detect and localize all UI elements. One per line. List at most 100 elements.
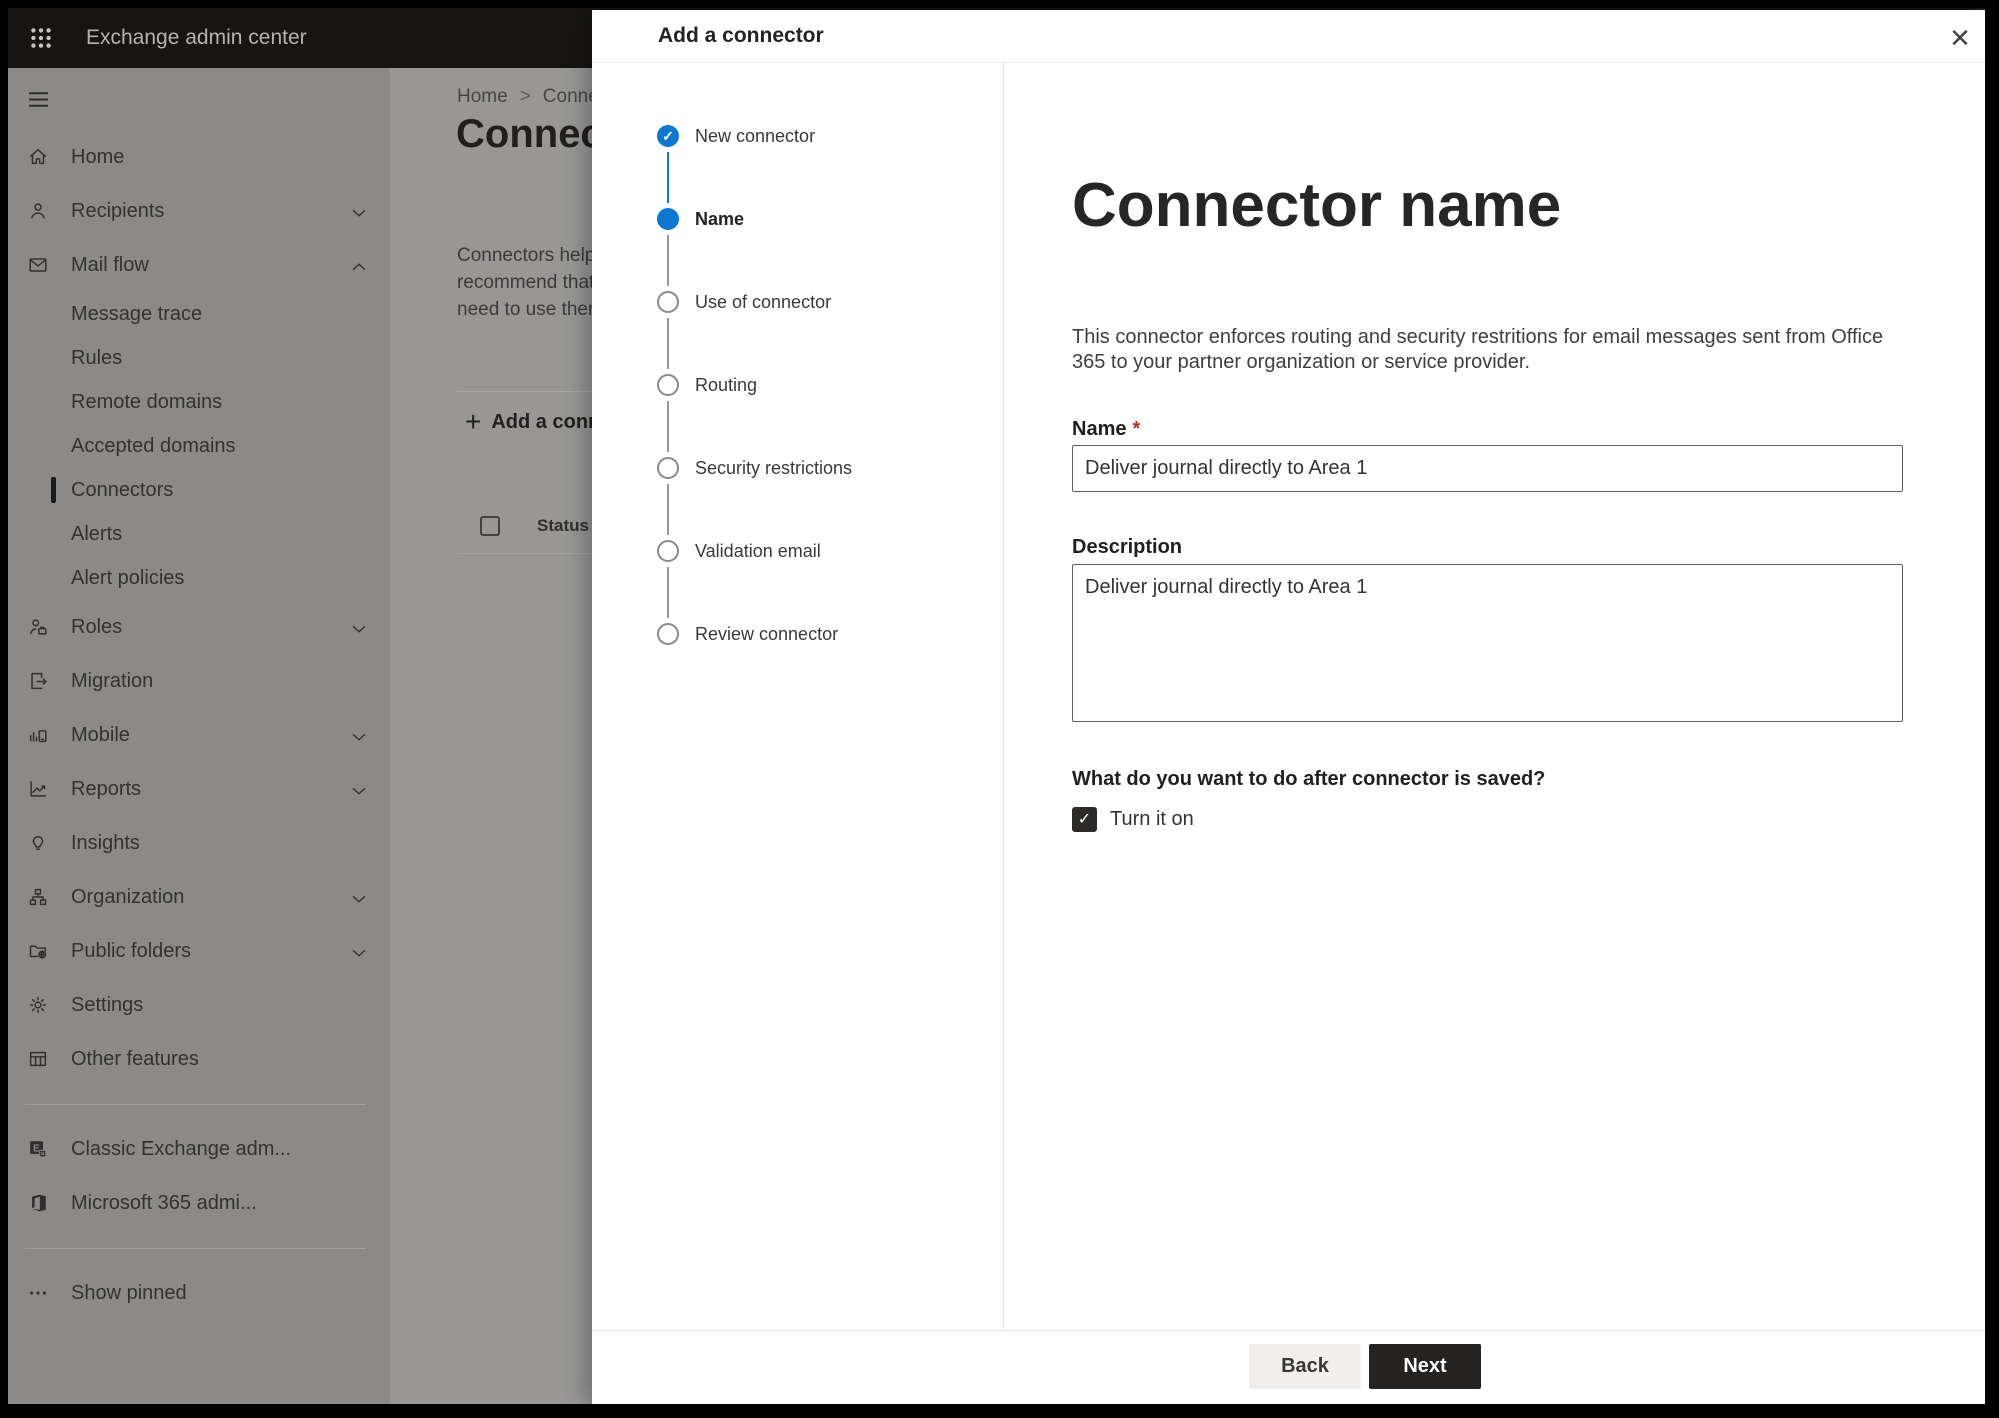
select-all-checkbox[interactable]	[480, 516, 500, 536]
sidebar-nav: Home Recipients Mail flow Message trace	[8, 130, 390, 1320]
page-intro-line: need to use ther	[457, 299, 595, 320]
step-description: This connector enforces routing and secu…	[1072, 326, 1884, 373]
sidebar-item-alert-policies[interactable]: Alert policies	[8, 556, 390, 600]
sidebar-item-rules[interactable]: Rules	[8, 336, 390, 380]
app-title: Exchange admin center	[86, 26, 307, 49]
chevron-up-icon	[348, 256, 366, 274]
mobile-icon	[27, 724, 49, 746]
sidebar-item-other-features[interactable]: Other features	[8, 1032, 390, 1086]
home-icon	[27, 146, 49, 168]
wizard-step-use-of-connector: ✓ Use of connector	[657, 291, 831, 313]
required-asterisk: *	[1132, 418, 1141, 440]
app-launcher-icon[interactable]	[28, 25, 54, 51]
sidebar-item-show-pinned[interactable]: Show pinned	[8, 1266, 390, 1320]
breadcrumb-separator-icon: >	[519, 86, 531, 107]
page-intro-line: recommend that	[457, 272, 595, 293]
public-folders-icon	[27, 940, 49, 962]
step-circle-icon: ✓	[657, 374, 679, 396]
person-icon	[27, 200, 49, 222]
step-circle-icon: ✓	[657, 208, 679, 230]
wizard-step-name: ✓ Name	[657, 208, 744, 230]
reports-icon	[27, 778, 49, 800]
sidebar-item-settings[interactable]: Settings	[8, 978, 390, 1032]
panel-title: Add a connector	[658, 24, 824, 47]
chevron-down-icon	[348, 726, 366, 744]
panel-footer: Back Next	[592, 1330, 1985, 1404]
connector-name-input[interactable]	[1072, 445, 1903, 492]
name-field-label: Name *	[1072, 418, 1141, 440]
wizard-step-review-connector: ✓ Review connector	[657, 623, 838, 645]
step-circle-icon: ✓	[657, 291, 679, 313]
sidebar-item-classic-exchange-adm[interactable]: E Classic Exchange adm...	[8, 1122, 390, 1176]
sidebar-item-insights[interactable]: Insights	[8, 816, 390, 870]
organization-icon	[27, 886, 49, 908]
sidebar-item-recipients[interactable]: Recipients	[8, 184, 390, 238]
sidebar-item-microsoft-365-admi[interactable]: Microsoft 365 admi...	[8, 1176, 390, 1230]
sidebar: Home Recipients Mail flow Message trace	[8, 68, 390, 1404]
chevron-down-icon	[348, 780, 366, 798]
wizard-step-validation-email: ✓ Validation email	[657, 540, 821, 562]
sidebar-item-remote-domains[interactable]: Remote domains	[8, 380, 390, 424]
step-heading: Connector name	[1072, 171, 1562, 240]
chevron-down-icon	[348, 202, 366, 220]
add-connector-button[interactable]: + Add a conn	[465, 408, 600, 436]
wizard-step-routing: ✓ Routing	[657, 374, 757, 396]
wizard-steps: ✓ New connector ✓ Name ✓ Use of connecto…	[592, 63, 1003, 1330]
settings-icon	[27, 994, 49, 1016]
connector-description-textarea[interactable]: Deliver journal directly to Area 1	[1072, 564, 1903, 722]
hamburger-menu-icon[interactable]	[8, 68, 390, 130]
turn-on-checkbox[interactable]: ✓	[1072, 807, 1097, 832]
plus-icon: +	[465, 406, 482, 437]
check-icon: ✓	[662, 128, 674, 144]
other-features-icon	[27, 1048, 49, 1070]
insights-icon	[27, 832, 49, 854]
add-connector-panel: Add a connector ✕ ✓ New connector ✓	[592, 10, 1985, 1404]
step-circle-icon: ✓	[657, 457, 679, 479]
svg-text:E: E	[33, 1144, 40, 1155]
sidebar-item-divider	[8, 1230, 390, 1266]
sidebar-item-connectors[interactable]: Connectors	[8, 468, 390, 512]
sidebar-item-alerts[interactable]: Alerts	[8, 512, 390, 556]
turn-on-row: ✓ Turn it on	[1072, 807, 1194, 832]
sidebar-item-public-folders[interactable]: Public folders	[8, 924, 390, 978]
roles-icon	[27, 616, 49, 638]
breadcrumb: Home > Conne	[457, 86, 599, 108]
step-circle-icon: ✓	[657, 125, 679, 147]
sidebar-item-organization[interactable]: Organization	[8, 870, 390, 924]
sidebar-item-reports[interactable]: Reports	[8, 762, 390, 816]
after-save-question: What do you want to do after connector i…	[1072, 768, 1546, 790]
sidebar-item-roles[interactable]: Roles	[8, 600, 390, 654]
sidebar-item-mobile[interactable]: Mobile	[8, 708, 390, 762]
chevron-down-icon	[348, 888, 366, 906]
panel-header: Add a connector ✕	[592, 10, 1985, 63]
sidebar-item-accepted-domains[interactable]: Accepted domains	[8, 424, 390, 468]
step-circle-icon: ✓	[657, 623, 679, 645]
sidebar-item-divider	[8, 1086, 390, 1122]
breadcrumb-current: Conne	[542, 86, 599, 107]
sidebar-item-mail-flow[interactable]: Mail flow	[8, 238, 390, 292]
m365-icon	[27, 1192, 49, 1214]
page-intro-line: Connectors help	[457, 245, 596, 266]
check-icon: ✓	[1077, 810, 1092, 828]
sidebar-item-message-trace[interactable]: Message trace	[8, 292, 390, 336]
back-button[interactable]: Back	[1249, 1344, 1361, 1389]
chevron-down-icon	[348, 618, 366, 636]
sidebar-item-home[interactable]: Home	[8, 130, 390, 184]
sidebar-item-migration[interactable]: Migration	[8, 654, 390, 708]
description-field-label: Description	[1072, 536, 1183, 558]
migration-icon	[27, 670, 49, 692]
wizard-step-content: Connector name This connector enforces r…	[1003, 63, 1985, 1330]
chevron-down-icon	[348, 942, 366, 960]
wizard-step-security-restrictions: ✓ Security restrictions	[657, 457, 852, 479]
exchange-icon: E	[27, 1138, 49, 1160]
next-button[interactable]: Next	[1369, 1344, 1481, 1389]
status-column-header[interactable]: Status	[537, 516, 589, 536]
ellipsis-icon	[27, 1282, 49, 1304]
wizard-step-new-connector: ✓ New connector	[657, 125, 815, 147]
breadcrumb-home[interactable]: Home	[457, 86, 508, 108]
mail-icon	[27, 254, 49, 276]
close-icon[interactable]: ✕	[1940, 18, 1980, 58]
turn-on-label: Turn it on	[1110, 808, 1194, 830]
exchange-admin-center-app: Exchange admin center Home Recipients Ma	[8, 8, 1985, 1404]
step-circle-icon: ✓	[657, 540, 679, 562]
